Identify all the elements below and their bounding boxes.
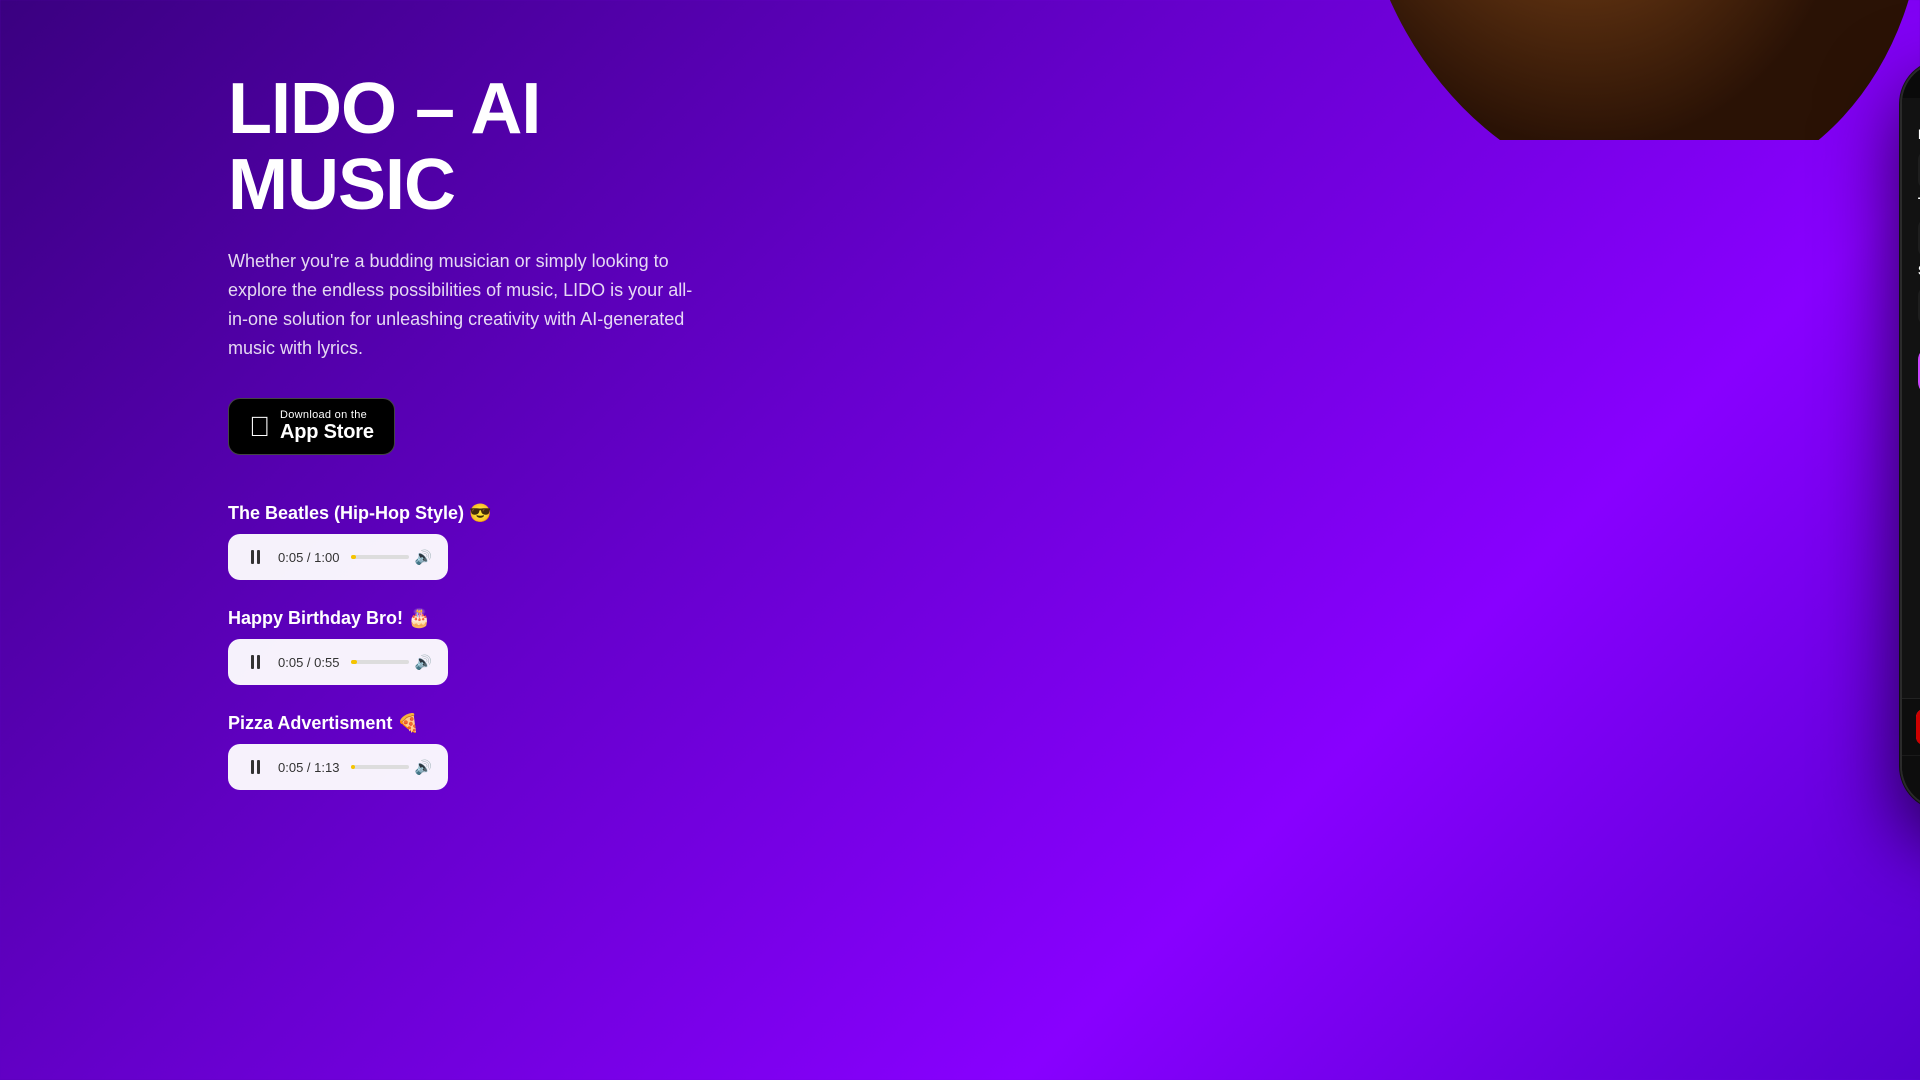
now-playing-bar: 00:38 TikTok #3 Copy Link SHARE	[1902, 699, 1920, 756]
pause-icon-2	[251, 655, 260, 669]
pause-icon-3	[251, 760, 260, 774]
hero-section: LIDO – AI MUSIC Whether you're a budding…	[228, 72, 808, 818]
phone-notch-area: 9:41 ● ● ▐	[1902, 62, 1920, 98]
apple-icon: 	[249, 413, 270, 441]
appstore-label-bottom: App Store	[280, 421, 374, 444]
volume-icon-2: 🔊	[415, 654, 432, 671]
audio-player-1: 0:05 / 1:00 🔊	[228, 534, 448, 580]
song-item-2: Happy Birthday Bro! 🎂 0:05 / 0:55 🔊	[228, 608, 808, 685]
phone-bottom-bar: 00:38 TikTok #3 Copy Link SHARE 🎵 🎼 👤	[1902, 698, 1920, 808]
phone-nav-tabs: 🎵 🎼 👤	[1902, 756, 1920, 793]
progress-track-3[interactable]	[351, 765, 408, 769]
song-title-1: The Beatles (Hip-Hop Style) 😎	[228, 503, 808, 524]
phone-app-content: You're PRO Lyrics I said, ooh, I'm blind…	[1902, 98, 1920, 748]
appstore-label-top: Download on the	[280, 409, 374, 421]
app-title: LIDO – AI MUSIC	[228, 72, 808, 223]
status-bar: 9:41 ● ● ▐	[1902, 62, 1920, 82]
progress-3[interactable]: 🔊	[351, 759, 432, 776]
appstore-button[interactable]:  Download on the App Store	[228, 398, 395, 455]
progress-1[interactable]: 🔊	[351, 549, 432, 566]
progress-track-2[interactable]	[351, 660, 408, 664]
song-title-2: Happy Birthday Bro! 🎂	[228, 608, 808, 629]
progress-2[interactable]: 🔊	[351, 654, 432, 671]
audio-player-3: 0:05 / 1:13 🔊	[228, 744, 448, 790]
volume-icon-1: 🔊	[415, 549, 432, 566]
audio-player-2: 0:05 / 0:55 🔊	[228, 639, 448, 685]
pause-button-1[interactable]	[244, 546, 266, 568]
song-title-3: Pizza Advertisment 🍕	[228, 713, 808, 734]
time-display-3: 0:05 / 1:13	[278, 760, 339, 775]
progress-fill-1	[351, 555, 356, 559]
progress-track-1[interactable]	[351, 555, 408, 559]
volume-icon-3: 🔊	[415, 759, 432, 776]
phone-scroll-area: You're PRO Lyrics I said, ooh, I'm blind…	[1902, 98, 1920, 396]
progress-fill-2	[351, 660, 356, 664]
song-item-1: The Beatles (Hip-Hop Style) 😎 0:05 / 1:0…	[228, 503, 808, 580]
hero-description: Whether you're a budding musician or sim…	[228, 247, 708, 362]
pause-button-2[interactable]	[244, 651, 266, 673]
appstore-text: Download on the App Store	[280, 409, 374, 444]
time-display-1: 0:05 / 1:00	[278, 550, 339, 565]
pause-button-3[interactable]	[244, 756, 266, 778]
progress-fill-3	[351, 765, 355, 769]
song-item-3: Pizza Advertisment 🍕 0:05 / 1:13 🔊	[228, 713, 808, 790]
pause-icon-1	[251, 550, 260, 564]
phone-mockup: 9:41 ● ● ▐ You're PRO Lyrics I said, ooh…	[1900, 60, 1920, 810]
hand-image	[1260, 0, 1920, 140]
time-display-2: 0:05 / 0:55	[278, 655, 339, 670]
now-playing-thumbnail	[1916, 709, 1920, 745]
